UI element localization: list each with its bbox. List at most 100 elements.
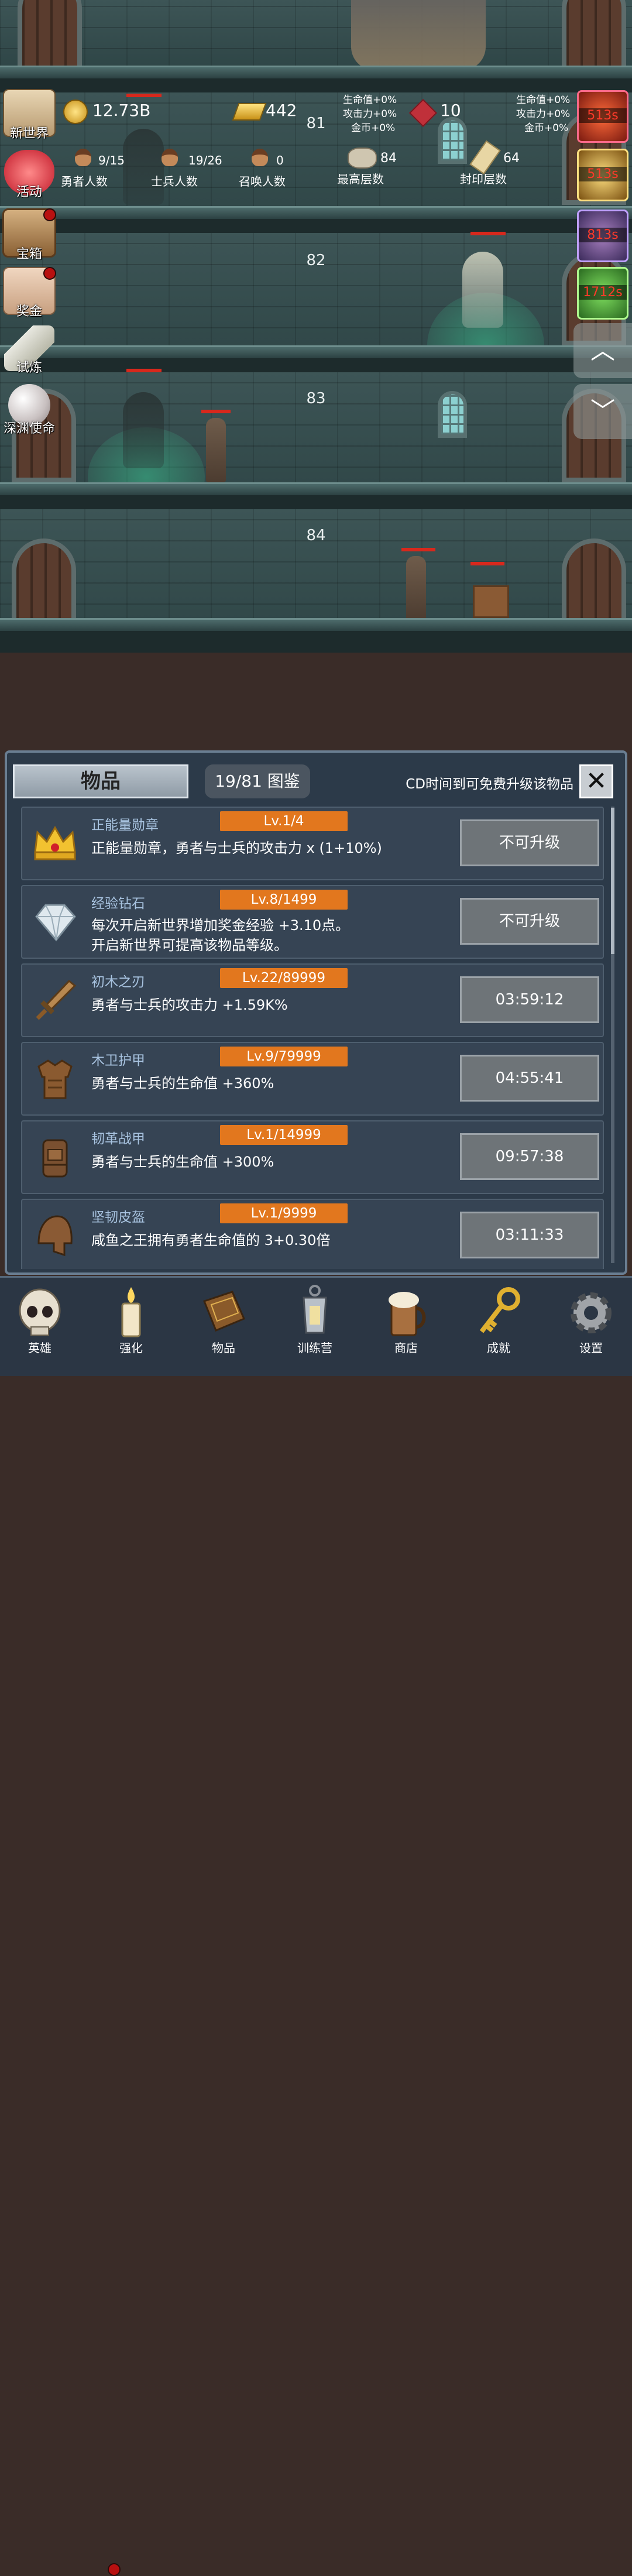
enemy-hp-bar: [470, 232, 506, 235]
floor-number: 84: [306, 527, 326, 544]
buff-gold-left: 金币+0%: [351, 122, 396, 134]
buff-hp-left: 生命值+0%: [343, 94, 397, 106]
reaper-enemy[interactable]: [123, 129, 164, 205]
item-description: 正能量勋章，勇者与士兵的攻击力 x (1+10%): [91, 838, 466, 858]
diamond-icon: [30, 897, 80, 946]
timer-text: 813s: [579, 228, 627, 242]
shadow-band: [0, 495, 632, 509]
item-level-badge: Lv.22/89999: [220, 968, 348, 988]
buff-atk-right: 攻击力+0%: [516, 108, 571, 120]
cd-hint: CD时间到可免费升级该物品: [406, 777, 573, 792]
reaper-enemy[interactable]: [462, 252, 503, 328]
nav-achievements[interactable]: 成就: [463, 1284, 534, 1356]
scroll-up-button[interactable]: ︿: [573, 323, 632, 378]
floor-80-background: [0, 0, 632, 70]
item-description-line: 正能量勋章，勇者与士兵的攻击力 x (1+10%): [91, 840, 382, 856]
upgrade-timer-button[interactable]: 03:59:12: [460, 976, 599, 1023]
item-description: 咸鱼之王拥有勇者生命值的 3+0.30倍: [91, 1230, 466, 1250]
knight-enemies: [351, 0, 486, 70]
zombie-enemy[interactable]: [206, 418, 226, 482]
item-level-badge: Lv.1/14999: [220, 1125, 348, 1145]
skull-icon: [13, 1284, 66, 1342]
list-item: 经验钻石 Lv.8/1499 每次开启新世界增加奖金经验 +3.10点。 开启新…: [21, 885, 604, 959]
nav-items[interactable]: 物品: [188, 1284, 259, 1356]
list-scrollbar-thumb[interactable]: [611, 808, 614, 954]
reaper-enemy[interactable]: [123, 392, 164, 468]
beer-mug-icon: [380, 1284, 432, 1342]
collection-button[interactable]: 19/81 图鉴: [205, 764, 310, 798]
item-description-line: 每次开启新世界增加奖金经验 +3.10点。: [91, 917, 350, 934]
shadow-band: [0, 78, 632, 92]
zombie-enemy[interactable]: [406, 556, 426, 620]
shadow-band: [0, 358, 632, 372]
shadow-band: [0, 219, 632, 233]
summon-head-icon: [252, 149, 268, 166]
close-icon: ✕: [585, 766, 607, 796]
menu-label: 新世界: [9, 126, 49, 141]
nav-enhance[interactable]: 强化: [96, 1284, 166, 1356]
floor-number: 83: [306, 390, 326, 407]
nav-training-camp[interactable]: 训练营: [280, 1284, 350, 1356]
timer-text: 1712s: [579, 285, 627, 300]
item-level-badge: Lv.1/4: [220, 811, 348, 831]
upgrade-button[interactable]: 不可升级: [460, 898, 599, 945]
upgrade-timer-button[interactable]: 09:57:38: [460, 1133, 599, 1180]
gold-bar-amount: 442: [266, 101, 297, 120]
upgrade-button[interactable]: 不可升级: [460, 819, 599, 866]
max-floor: 84: [380, 151, 397, 166]
item-description-line: 勇者与士兵的生命值 +300%: [91, 1154, 274, 1170]
nav-settings[interactable]: 设置: [556, 1284, 626, 1356]
sealed-floor: 64: [503, 151, 520, 166]
buff-atk-left: 攻击力+0%: [343, 108, 397, 120]
menu-label: 深渊使命: [3, 421, 55, 436]
timer-text: 513s: [579, 167, 627, 181]
item-description: 每次开启新世界增加奖金经验 +3.10点。 开启新世界可提高该物品等级。: [91, 915, 466, 955]
panel-title-tab[interactable]: 物品: [13, 764, 188, 798]
menu-label: 试炼: [16, 361, 42, 375]
floor-number: 81: [306, 115, 326, 132]
enemy-hp-bar: [401, 548, 435, 551]
nav-heroes[interactable]: 英雄: [5, 1284, 75, 1356]
buff-timer[interactable]: 1712s: [577, 267, 628, 320]
enemy-hp-bar: [201, 410, 231, 413]
item-name: 初木之刃: [91, 975, 145, 990]
scroll-down-button[interactable]: ﹀: [573, 384, 632, 439]
gold-amount: 12.73B: [92, 101, 151, 120]
buff-timer[interactable]: 513s: [577, 149, 628, 201]
item-name: 坚韧皮盔: [91, 1210, 145, 1225]
item-name: 韧革战甲: [91, 1131, 145, 1147]
upgrade-timer-button[interactable]: 04:55:41: [460, 1055, 599, 1102]
mimic-chest-enemy[interactable]: [473, 585, 509, 618]
upgrade-timer-button[interactable]: 03:11:33: [460, 1212, 599, 1258]
buff-hp-right: 生命值+0%: [516, 94, 571, 106]
book-icon: [197, 1284, 250, 1342]
sealed-floor-label: 封印层数: [460, 172, 507, 186]
menu-trial[interactable]: 试炼: [0, 325, 59, 376]
menu-event[interactable]: 活动: [0, 150, 59, 200]
item-description-line: 勇者与士兵的攻击力 +1.59K%: [91, 997, 288, 1013]
key-icon: [472, 1284, 525, 1342]
gold-coin-icon: [63, 100, 88, 124]
wooden-armor-icon: [30, 1054, 80, 1103]
list-item: 初木之刃 Lv.22/89999 勇者与士兵的攻击力 +1.59K% 03:59…: [21, 963, 604, 1037]
notification-dot: [43, 267, 56, 280]
menu-label: 宝箱: [16, 247, 42, 262]
nav-shop[interactable]: 商店: [371, 1284, 441, 1356]
rock-icon: [348, 148, 377, 169]
lantern-icon: [288, 1284, 341, 1342]
soldier-head-icon: [162, 149, 178, 166]
candle-icon: [105, 1284, 157, 1342]
item-description-line: 勇者与士兵的生命值 +360%: [91, 1075, 274, 1092]
list-item: 木卫护甲 Lv.9/79999 勇者与士兵的生命值 +360% 04:55:41: [21, 1042, 604, 1116]
close-button[interactable]: ✕: [579, 764, 613, 798]
menu-label: 奖金: [16, 304, 42, 319]
menu-abyss-mission[interactable]: 深渊使命: [0, 384, 59, 437]
timer-text: 513s: [579, 108, 627, 123]
bottom-nav: 英雄 强化 物品 训练营 商店 成就 设置: [0, 1276, 632, 2576]
buff-timer[interactable]: 513s: [577, 90, 628, 143]
gem-amount: 10: [440, 101, 461, 120]
item-description: 勇者与士兵的生命值 +360%: [91, 1073, 466, 1093]
buff-timer[interactable]: 813s: [577, 210, 628, 262]
menu-new-world[interactable]: 新世界: [0, 89, 59, 142]
item-description-line: 咸鱼之王拥有勇者生命值的 3+0.30倍: [91, 1232, 331, 1248]
